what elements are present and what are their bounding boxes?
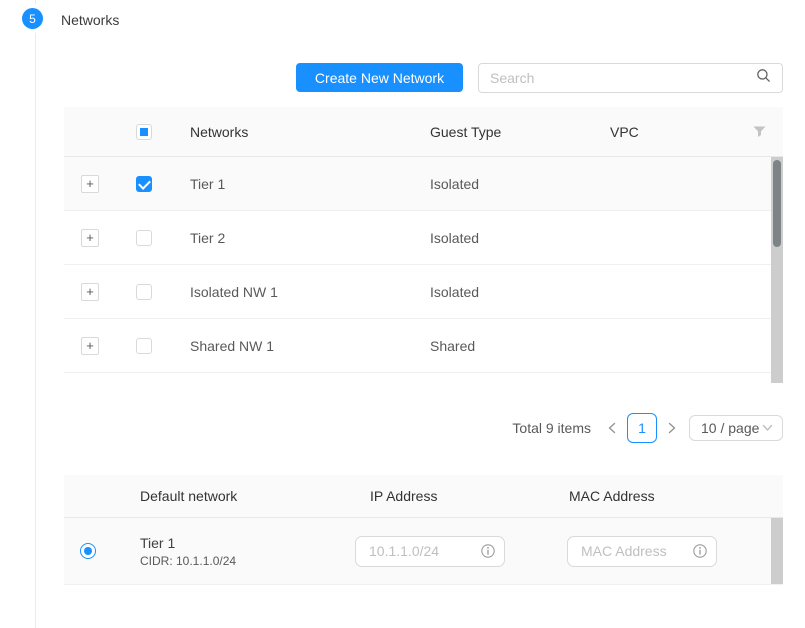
pagination-page-1[interactable]: 1 [627, 413, 657, 443]
row-checkbox[interactable] [136, 284, 152, 300]
mac-address-input[interactable] [581, 543, 693, 559]
chevron-left-icon [607, 422, 617, 434]
pagination-prev-button[interactable] [605, 413, 619, 443]
guest-type-cell: Isolated [424, 176, 596, 192]
vpc-filter-button[interactable] [740, 126, 779, 138]
default-network-radio[interactable] [80, 543, 96, 559]
table-row[interactable]: + Tier 2 Isolated [64, 211, 771, 265]
info-icon [693, 544, 707, 558]
mac-address-field[interactable] [567, 536, 717, 567]
search-box[interactable] [478, 63, 783, 93]
column-header-vpc: VPC [596, 124, 740, 140]
guest-type-cell: Shared [424, 338, 596, 354]
step-number: 5 [29, 12, 36, 26]
page-size-value: 10 / page [701, 420, 759, 436]
chevron-right-icon [667, 422, 677, 434]
search-icon[interactable] [756, 68, 771, 88]
table-row[interactable]: + Tier 1 Isolated [64, 157, 771, 211]
default-network-row[interactable]: Tier 1 CIDR: 10.1.1.0/24 [64, 518, 783, 585]
ip-address-input[interactable] [369, 543, 481, 559]
guest-type-cell: Isolated [424, 284, 596, 300]
page-size-select[interactable]: 10 / page [689, 415, 783, 441]
row-checkbox[interactable] [136, 230, 152, 246]
pagination-next-button[interactable] [665, 413, 679, 443]
column-header-default-network: Default network [140, 488, 355, 504]
wizard-step-line [35, 0, 36, 628]
scrollbar-thumb[interactable] [773, 160, 781, 247]
table-scrollbar[interactable] [771, 518, 783, 584]
expand-row-button[interactable]: + [81, 337, 99, 355]
network-name-cell: Shared NW 1 [172, 338, 424, 354]
filter-funnel-icon [753, 126, 766, 138]
chevron-down-icon [762, 424, 773, 432]
networks-table-body: + Tier 1 Isolated + Tier 2 Isolated + Is… [64, 157, 783, 383]
default-network-name: Tier 1 [140, 535, 355, 551]
column-header-ip-address: IP Address [355, 488, 567, 504]
ip-address-field[interactable] [355, 536, 505, 567]
guest-type-cell: Isolated [424, 230, 596, 246]
pagination-total: Total 9 items [512, 420, 591, 436]
pagination: Total 9 items 1 10 / page [512, 413, 783, 443]
column-header-guest-type: Guest Type [424, 124, 596, 140]
default-network-table: Default network IP Address MAC Address T… [64, 475, 783, 585]
networks-table: Networks Guest Type VPC + Tier 1 Isolate… [64, 107, 783, 383]
default-network-cidr: CIDR: 10.1.1.0/24 [140, 554, 355, 568]
default-network-table-header: Default network IP Address MAC Address [64, 475, 783, 518]
table-row[interactable]: + Shared NW 1 Shared [64, 319, 771, 373]
column-header-mac-address: MAC Address [567, 488, 783, 504]
search-input[interactable] [490, 70, 756, 86]
step-number-badge: 5 [22, 8, 43, 29]
step-title: Networks [61, 12, 119, 28]
row-checkbox[interactable] [136, 338, 152, 354]
network-step-page: 5 Networks Create New Network Networks G… [0, 0, 805, 628]
network-name-cell: Tier 2 [172, 230, 424, 246]
network-name-cell: Isolated NW 1 [172, 284, 424, 300]
network-name-cell: Tier 1 [172, 176, 424, 192]
expand-row-button[interactable]: + [81, 175, 99, 193]
table-row[interactable]: + Isolated NW 1 Isolated [64, 265, 771, 319]
table-scrollbar[interactable] [771, 157, 783, 383]
networks-table-header: Networks Guest Type VPC [64, 107, 783, 157]
select-all-checkbox[interactable] [136, 124, 152, 140]
expand-row-button[interactable]: + [81, 283, 99, 301]
create-network-button[interactable]: Create New Network [296, 63, 463, 92]
row-checkbox[interactable] [136, 176, 152, 192]
expand-row-button[interactable]: + [81, 229, 99, 247]
info-icon [481, 544, 495, 558]
column-header-networks: Networks [172, 124, 424, 140]
